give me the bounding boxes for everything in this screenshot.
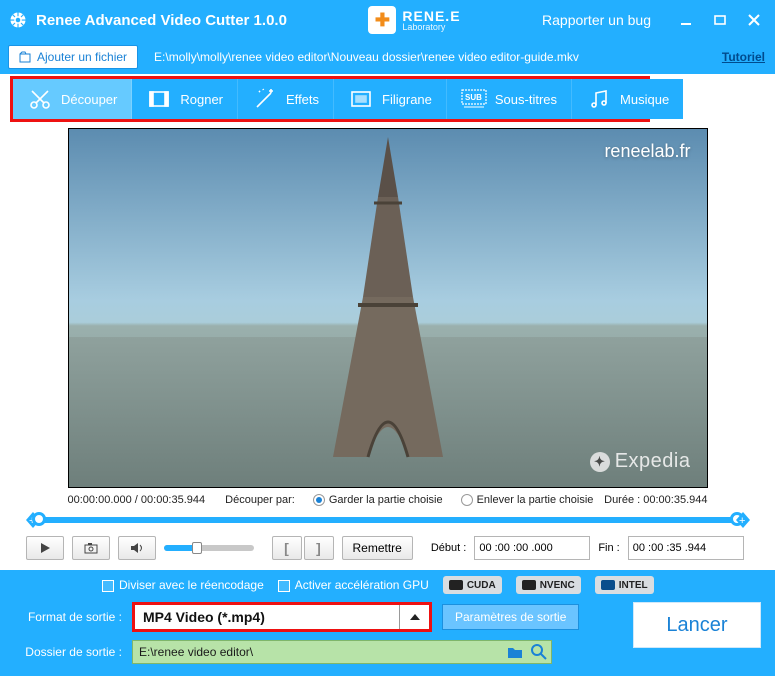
tab-cut[interactable]: Découper xyxy=(13,79,132,119)
output-strip: Diviser avec le réencodage Activer accél… xyxy=(0,570,775,676)
launch-button[interactable]: Lancer xyxy=(633,602,761,648)
tab-subtitles[interactable]: SUB Sous-titres xyxy=(447,79,572,119)
slider-handle-end-icon[interactable]: + xyxy=(734,510,752,530)
svg-text:SUB: SUB xyxy=(465,93,482,102)
file-row: Ajouter un fichier E:\molly\molly\renee … xyxy=(0,40,775,74)
nvidia-icon xyxy=(522,580,536,590)
end-time-input[interactable] xyxy=(628,536,744,560)
subtitles-icon: SUB xyxy=(461,86,487,112)
reset-button[interactable]: Remettre xyxy=(342,536,413,560)
mark-out-button[interactable]: ] xyxy=(304,536,334,560)
main-area: reneelab.fr ✦ Expedia 00:00:00.000 / 00:… xyxy=(0,124,775,560)
expedia-text: Expedia xyxy=(615,450,691,473)
close-button[interactable] xyxy=(737,3,771,37)
expedia-icon: ✦ xyxy=(590,452,610,472)
maximize-button[interactable] xyxy=(703,3,737,37)
editing-tabs: Découper Rogner Effets Filigrane SUB Sou… xyxy=(10,76,650,122)
snapshot-button[interactable] xyxy=(72,536,110,560)
titlebar: Renee Advanced Video Cutter 1.0.0 ✚ RENE… xyxy=(0,0,775,40)
tab-effects-label: Effets xyxy=(286,92,319,107)
slider-handle-left[interactable] xyxy=(32,512,46,526)
file-path: E:\molly\molly\renee video editor\Nouvea… xyxy=(154,50,706,64)
output-params-button[interactable]: Paramètres de sortie xyxy=(442,604,579,630)
chevron-up-icon[interactable] xyxy=(399,605,429,629)
brand-logo-icon: ✚ xyxy=(368,6,396,34)
tab-crop[interactable]: Rogner xyxy=(132,79,238,119)
playback-controls: [ ] Remettre Début : Fin : xyxy=(26,536,750,560)
cut-by-label: Découper par: xyxy=(225,494,295,506)
minimize-button[interactable] xyxy=(669,3,703,37)
output-format-row: Format de sortie : MP4 Video (*.mp4) Par… xyxy=(14,602,623,632)
radio-icon-checked xyxy=(313,494,325,506)
report-bug-link[interactable]: Rapporter un bug xyxy=(542,12,651,28)
duration-display: Durée : 00:00:35.944 xyxy=(604,494,707,506)
start-label: Début : xyxy=(431,542,466,554)
output-folder-label: Dossier de sortie : xyxy=(14,645,122,659)
app-icon xyxy=(8,10,28,30)
preview-watermark: reneelab.fr xyxy=(604,141,690,162)
video-preview[interactable]: reneelab.fr ✦ Expedia xyxy=(68,128,708,488)
brand-sub: Laboratory xyxy=(402,22,460,32)
output-folder-row: Dossier de sortie : E:\renee video edito… xyxy=(14,640,623,664)
tab-watermark-label: Filigrane xyxy=(382,92,432,107)
wand-icon xyxy=(252,86,278,112)
output-format-select[interactable]: MP4 Video (*.mp4) xyxy=(132,602,432,632)
app-title: Renee Advanced Video Cutter 1.0.0 xyxy=(36,12,287,29)
radio-remove[interactable]: Enlever la partie choisie xyxy=(461,494,594,506)
add-file-icon xyxy=(19,51,31,63)
tab-effects[interactable]: Effets xyxy=(238,79,334,119)
brand-logo: ✚ RENE.E Laboratory xyxy=(368,6,460,34)
tab-music-label: Musique xyxy=(620,92,669,107)
expedia-watermark: ✦ Expedia xyxy=(590,450,691,473)
badge-cuda: CUDA xyxy=(443,576,502,594)
output-format-value: MP4 Video (*.mp4) xyxy=(135,609,399,625)
svg-text:+: + xyxy=(739,515,745,527)
start-time-input[interactable] xyxy=(474,536,590,560)
music-icon xyxy=(586,86,612,112)
tab-watermark[interactable]: Filigrane xyxy=(334,79,447,119)
crop-icon xyxy=(146,86,172,112)
output-format-label: Format de sortie : xyxy=(14,610,122,624)
radio-keep[interactable]: Garder la partie choisie xyxy=(313,494,443,506)
tab-crop-label: Rogner xyxy=(180,92,223,107)
play-button[interactable] xyxy=(26,536,64,560)
badge-nvenc: NVENC xyxy=(516,576,581,594)
end-label: Fin : xyxy=(598,542,619,554)
output-folder-value: E:\renee video editor\ xyxy=(133,645,503,659)
eiffel-illustration xyxy=(308,137,468,477)
tab-cut-label: Découper xyxy=(61,92,117,107)
tutorial-link[interactable]: Tutoriel xyxy=(722,50,765,64)
scissors-icon xyxy=(27,86,53,112)
timeline-slider[interactable]: + + xyxy=(26,510,750,530)
add-file-label: Ajouter un fichier xyxy=(37,50,127,64)
checkbox-split-reencode[interactable]: Diviser avec le réencodage xyxy=(102,578,264,592)
tab-music[interactable]: Musique xyxy=(572,79,683,119)
watermark-icon xyxy=(348,86,374,112)
volume-button[interactable] xyxy=(118,536,156,560)
radio-icon xyxy=(461,494,473,506)
volume-slider[interactable] xyxy=(164,545,254,551)
time-counter: 00:00:00.000 / 00:00:35.944 xyxy=(68,494,206,506)
encoding-options-row: Diviser avec le réencodage Activer accél… xyxy=(14,576,761,594)
output-folder-field[interactable]: E:\renee video editor\ xyxy=(132,640,552,664)
tab-subtitles-label: Sous-titres xyxy=(495,92,557,107)
nvidia-icon xyxy=(449,580,463,590)
checkbox-gpu-accel[interactable]: Activer accélération GPU xyxy=(278,578,429,592)
open-folder-icon[interactable] xyxy=(527,640,551,664)
intel-icon xyxy=(601,580,615,590)
add-file-button[interactable]: Ajouter un fichier xyxy=(8,45,138,69)
tabs-wrap: Découper Rogner Effets Filigrane SUB Sou… xyxy=(0,74,775,124)
time-options-row: 00:00:00.000 / 00:00:35.944 Découper par… xyxy=(68,494,708,506)
browse-folder-icon[interactable] xyxy=(503,640,527,664)
badge-intel: INTEL xyxy=(595,576,654,594)
mark-in-button[interactable]: [ xyxy=(272,536,302,560)
